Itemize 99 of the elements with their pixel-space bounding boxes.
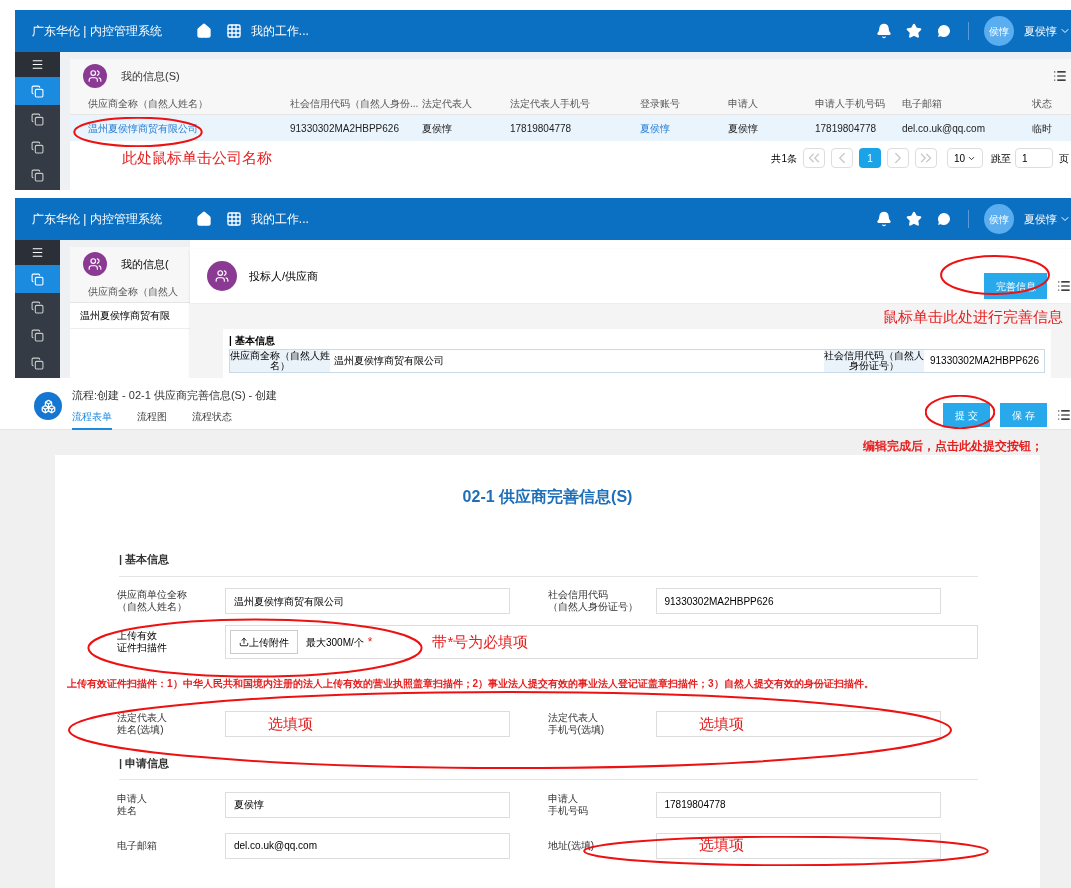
input-field[interactable]: 温州夏侯惇商贸有限公司: [225, 588, 510, 614]
form-title: 02-1 供应商完善信息(S): [461, 487, 634, 507]
annotation-text: 鼠标单击此处进行完善信息: [883, 307, 1063, 327]
input-field[interactable]: 选填项: [225, 711, 510, 737]
input-field[interactable]: 夏侯惇: [225, 791, 510, 818]
jump-label: 跳至: [991, 151, 1011, 166]
page-size-select[interactable]: 10: [947, 148, 983, 169]
table-cell-text: 夏侯惇: [728, 121, 759, 136]
field-value: 温州夏侯惇商贸有限公司: [333, 354, 445, 368]
menu-icon[interactable]: [31, 57, 44, 71]
input-field[interactable]: del.co.uk@qq.com: [225, 832, 510, 859]
table-cell-text: 临时: [1032, 121, 1053, 136]
menu-icon[interactable]: [31, 245, 44, 259]
column-header: 法定代表人: [422, 97, 473, 111]
column-header: 电子邮箱: [902, 97, 943, 111]
user-name[interactable]: 夏侯惇: [1024, 22, 1057, 40]
column-header: 社会信用代码（自然人身份...: [290, 97, 420, 111]
action-button[interactable]: 提 交: [943, 403, 990, 427]
grid-icon[interactable]: [225, 211, 242, 227]
home-icon[interactable]: [195, 23, 212, 39]
upload-hint: 最大300M/个: [306, 635, 364, 650]
field-label: 社会信用代码（自然人身份证号）: [824, 349, 924, 372]
column-header: 申请人手机号码: [815, 97, 886, 111]
column-header: 申请人: [728, 97, 759, 111]
pages-icon[interactable]: [31, 141, 44, 155]
total-count: 共1条: [771, 151, 797, 166]
table-cell-text: 17819804778: [510, 121, 573, 136]
user-name[interactable]: 夏侯惇: [1024, 210, 1057, 228]
page-input[interactable]: 1: [1015, 148, 1053, 169]
table-link[interactable]: 夏侯惇: [640, 120, 728, 136]
annotation-text: 带*号为必填项: [432, 631, 529, 652]
input-field[interactable]: 17819804778: [655, 791, 941, 818]
column-header: 状态: [1032, 97, 1053, 111]
column-header: 登录账号: [640, 97, 681, 111]
required-mark: *: [367, 634, 373, 651]
pages-icon[interactable]: [31, 272, 44, 286]
tab[interactable]: 流程状态: [192, 408, 232, 430]
upload-note: 上传有效证件扫描件：1）中华人民共和国境内注册的法人上传有效的营业执照盖章扫描件；2）事业法人提交有效的事业法人登记证盖章扫描件；3）自然人提交有效的身份证扫描件。: [67, 676, 875, 691]
field-label: 供应商单位全称 （自然人姓名）: [117, 589, 188, 613]
app-logo-icon: [34, 392, 62, 420]
tab[interactable]: 流程图: [137, 408, 167, 430]
field-label: 上传有效 证件扫描件: [117, 630, 168, 654]
pages-icon[interactable]: [31, 169, 44, 183]
star-icon[interactable]: [906, 23, 922, 39]
annotation-text: 此处鼠标单击公司名称: [122, 148, 272, 168]
field-label: 社会信用代码 （自然人身份证号）: [547, 589, 639, 613]
page-number[interactable]: 1: [859, 148, 881, 169]
card-title: 我的信息(: [121, 256, 169, 272]
chat-icon[interactable]: [936, 211, 952, 227]
pages-icon[interactable]: [31, 357, 44, 371]
field-label: 法定代表人 手机号(选填): [547, 712, 606, 736]
users-avatar: [207, 261, 237, 291]
bell-icon[interactable]: [876, 23, 892, 39]
field-label: 电子邮箱: [117, 839, 158, 852]
field-label: 申请人 手机号码: [547, 792, 589, 817]
grid-icon[interactable]: [225, 23, 242, 39]
table-cell-text: 17819804778: [815, 121, 878, 136]
card-title: 我的信息(S): [121, 68, 180, 84]
chat-icon[interactable]: [936, 23, 952, 39]
app-brand: 广东华伦 | 内控管理系统: [32, 23, 162, 40]
process-title: 流程:创建 - 02-1 供应商完善信息(S) - 创建: [72, 388, 278, 403]
pages-icon[interactable]: [31, 329, 44, 343]
nav-link[interactable]: 我的工作...: [250, 22, 309, 40]
action-button[interactable]: 保 存: [1000, 403, 1047, 427]
star-icon[interactable]: [906, 211, 922, 227]
home-icon[interactable]: [195, 211, 212, 227]
field-label: 供应商全称（自然人姓名）: [230, 349, 330, 372]
pages-icon[interactable]: [31, 84, 44, 98]
field-value: 91330302MA2HBPP626: [929, 354, 1040, 368]
input-field[interactable]: 选填项: [655, 832, 941, 859]
pages-icon[interactable]: [31, 112, 44, 126]
section-title: | 申请信息: [119, 754, 978, 780]
bell-icon[interactable]: [876, 211, 892, 227]
field-label: 申请人 姓名: [117, 792, 148, 817]
users-avatar: [83, 64, 107, 88]
section-title: | 基本信息: [119, 551, 978, 577]
nav-link[interactable]: 我的工作...: [250, 210, 309, 228]
section-title: | 基本信息: [229, 333, 276, 348]
page-unit: 页: [1059, 151, 1069, 166]
field-label: 法定代表人 姓名(选填): [117, 712, 168, 736]
app-brand: 广东华伦 | 内控管理系统: [32, 211, 162, 228]
table-cell-text: 91330302MA2HBPP626: [290, 121, 400, 136]
list-icon[interactable]: [1057, 279, 1071, 293]
column-header: 供应商全称（自然人: [88, 285, 178, 299]
list-icon[interactable]: [1053, 69, 1067, 83]
table-cell-text: del.co.uk@qq.com: [902, 121, 986, 136]
users-avatar: [83, 252, 107, 276]
modal-title: 投标人/供应商: [249, 268, 319, 284]
input-field[interactable]: 选填项: [655, 711, 941, 737]
table-cell-text: 温州夏侯惇商贸有限: [80, 309, 170, 323]
annotation-text: 编辑完成后，点击此处提交按钮；: [863, 438, 1043, 455]
list-icon[interactable]: [1057, 408, 1071, 422]
pages-icon[interactable]: [31, 300, 44, 314]
table-cell-text: 夏侯惇: [422, 121, 453, 136]
column-header: 法定代表人手机号: [510, 97, 591, 111]
upload-icon: [239, 637, 249, 647]
input-field[interactable]: 91330302MA2HBPP626: [655, 588, 941, 614]
upload-button[interactable]: 上传附件: [230, 630, 298, 654]
column-header: 供应商全称（自然人姓名）: [88, 97, 209, 111]
